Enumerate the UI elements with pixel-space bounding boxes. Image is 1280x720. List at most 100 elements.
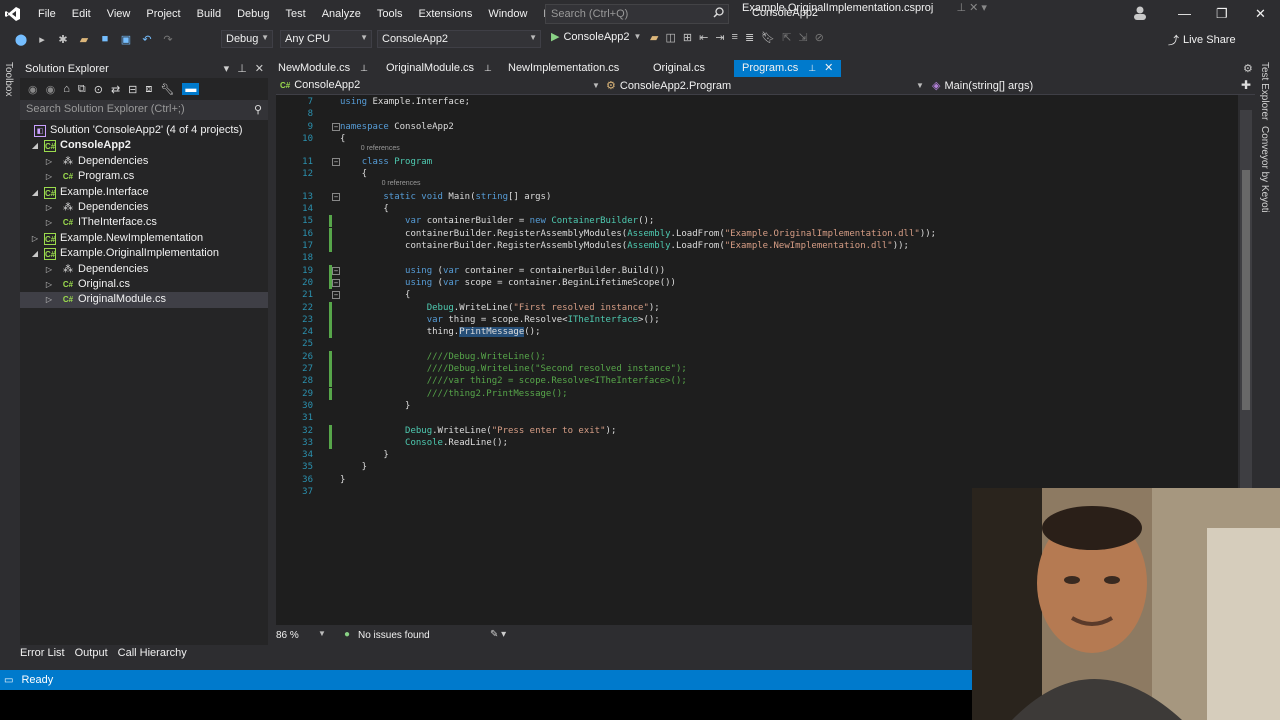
toolbox-tab[interactable]: Toolbox [3,62,14,96]
open-folder-icon[interactable]: ▰ [75,31,93,47]
collapsed-arrow-icon[interactable]: ▷ [30,231,40,246]
tab-csproj[interactable]: Example.OriginalImplementation.csproj ⊥ … [742,0,987,17]
solution-tree-item[interactable]: ▷ ⁂ Dependencies [20,200,268,215]
close-panel-icon[interactable]: ✕ [255,62,264,75]
collapse-region-icon[interactable]: − [332,278,340,287]
menu-item-project[interactable]: Project [138,0,188,28]
tab-newimplementation-cs[interactable]: NewImplementation.cs [500,60,627,77]
back-icon[interactable]: ◉ [28,83,38,96]
browse-icon[interactable]: ◫ [665,31,675,44]
member-dropdown[interactable]: ◈ Main(string[] args) [932,79,1232,93]
home-icon[interactable]: ⌂ [63,83,70,95]
pin-icon[interactable]: ⊥ [360,63,368,73]
minimize-icon[interactable]: — [1178,6,1191,21]
code-cleanup-icon[interactable]: ✎ ▾ [490,629,506,640]
switch-views-icon[interactable]: ⧉ [78,83,86,96]
solution-tree-item[interactable]: ◢ C# Example.OriginalImplementation [20,246,268,261]
redo-icon[interactable]: ↷ [159,31,177,47]
menu-item-analyze[interactable]: Analyze [314,0,369,28]
hot-reload-icon[interactable]: ▰ [650,31,658,44]
toggle-icon[interactable]: ⇤ [699,31,708,44]
collapsed-arrow-icon[interactable]: ▷ [44,262,54,277]
collapse-region-icon[interactable]: − [332,192,340,201]
preview-icon[interactable]: ▬ [182,83,200,95]
sync-icon[interactable]: ⇄ [111,83,120,96]
scrollbar-thumb[interactable] [1242,170,1250,410]
close-window-icon[interactable]: ✕ [1255,6,1266,22]
menu-item-build[interactable]: Build [189,0,229,28]
solution-explorer-search-input[interactable]: Search Solution Explorer (Ctrl+;) ⚲ [20,100,268,120]
tab-overflow-icons[interactable]: ⊥ ✕ ▾ [956,2,986,14]
project-dropdown[interactable]: C# ConsoleApp2 ▼ [280,79,602,91]
menu-item-file[interactable]: File [30,0,64,28]
uncomment-icon[interactable]: ≣ [745,31,754,44]
test-explorer-tab[interactable]: Test Explorer [1259,62,1270,120]
bookmark-icon[interactable]: 🔖︎ [761,31,775,44]
pending-changes-icon[interactable]: ⊙ [94,83,103,96]
tab-originalmodule-cs[interactable]: OriginalModule.cs ⊥ [378,60,500,77]
search-input[interactable]: Search (Ctrl+Q) [545,4,729,24]
pin-icon[interactable]: ⊥ [808,63,816,73]
solution-tree-item[interactable]: ▷ C# ITheInterface.cs [20,215,268,230]
expanded-arrow-icon[interactable]: ◢ [30,246,40,261]
forward-icon[interactable]: ▸ [33,31,51,47]
expanded-arrow-icon[interactable]: ◢ [30,138,40,153]
bottom-tab-error-list[interactable]: Error List [20,647,65,663]
step-icon[interactable]: ⊞ [683,31,692,44]
tab-original-cs[interactable]: Original.cs [645,60,713,77]
type-dropdown[interactable]: ⚙ ConsoleApp2.Program ▼ [606,79,926,93]
startup-project-select[interactable]: ConsoleApp2 ▼ [377,30,541,48]
collapsed-arrow-icon[interactable]: ▷ [44,169,54,184]
codelens-references[interactable]: 0 references [361,145,400,152]
split-window-icon[interactable]: ✚ [1241,78,1251,92]
zoom-level[interactable]: 86 % [276,630,299,641]
properties-icon[interactable]: 🔧︎ [160,83,174,96]
prev-bookmark-icon[interactable]: ⇱ [782,31,791,44]
undo-icon[interactable]: ↶ [138,31,156,47]
collapse-region-icon[interactable]: − [332,266,340,275]
menu-item-edit[interactable]: Edit [64,0,99,28]
show-all-files-icon[interactable]: ⧈ [145,83,152,96]
clear-bookmarks-icon[interactable]: ⊘ [815,31,824,44]
solution-tree-item[interactable]: ▷ C# Original.cs [20,277,268,292]
save-icon[interactable]: ■ [96,31,114,47]
codelens-references[interactable]: 0 references [382,180,421,187]
back-icon[interactable]: ⬤ [12,31,30,47]
collapsed-arrow-icon[interactable]: ▷ [44,200,54,215]
solution-tree-item[interactable]: ▷ ⁂ Dependencies [20,262,268,277]
collapse-region-icon[interactable]: − [332,122,340,131]
menu-item-window[interactable]: Window [480,0,535,28]
tab-newmodule-cs[interactable]: NewModule.cs ⊥ [270,60,376,77]
collapsed-arrow-icon[interactable]: ▷ [44,292,54,307]
solution-tree-item[interactable]: ▷ C# Program.cs [20,169,268,184]
issues-status[interactable]: No issues found [358,630,430,641]
collapsed-arrow-icon[interactable]: ▷ [44,154,54,169]
conveyor-tab[interactable]: Conveyor by Keyoti [1259,126,1270,213]
close-tab-icon[interactable]: ✕ [824,62,833,74]
collapsed-arrow-icon[interactable]: ▷ [44,215,54,230]
collapse-region-icon[interactable]: − [332,157,340,166]
configuration-select[interactable]: Debug ▼ [221,30,273,48]
next-bookmark-icon[interactable]: ⇲ [798,31,807,44]
menu-item-view[interactable]: View [99,0,139,28]
collapse-region-icon[interactable]: − [332,291,340,300]
live-share-button[interactable]: ⤴ Live Share [1168,32,1236,48]
menu-item-tools[interactable]: Tools [369,0,411,28]
save-all-icon[interactable]: ▣ [117,31,135,47]
menu-item-extensions[interactable]: Extensions [411,0,481,28]
new-project-icon[interactable]: ✱ [54,31,72,47]
solution-tree-item[interactable]: ▷ ⁂ Dependencies [20,154,268,169]
panel-menu-icon[interactable]: ▾ [224,62,230,75]
platform-select[interactable]: Any CPU ▼ [280,30,372,48]
start-debugging-button[interactable]: ▶ ConsoleApp2 ▼ [551,30,641,44]
solution-tree-item[interactable]: ▷ C# OriginalModule.cs [20,292,268,308]
collapsed-arrow-icon[interactable]: ▷ [44,277,54,292]
tab-program-cs[interactable]: Program.cs ⊥ ✕ [734,60,842,77]
forward-icon[interactable]: ◉ [46,83,56,96]
menu-item-debug[interactable]: Debug [229,0,277,28]
pin-icon[interactable]: ⊥ [484,63,492,73]
expanded-arrow-icon[interactable]: ◢ [30,185,40,200]
settings-gear-icon[interactable]: ⚙ [1243,62,1253,75]
indent-icon[interactable]: ⇥ [715,31,724,44]
bottom-tab-output[interactable]: Output [75,647,108,663]
